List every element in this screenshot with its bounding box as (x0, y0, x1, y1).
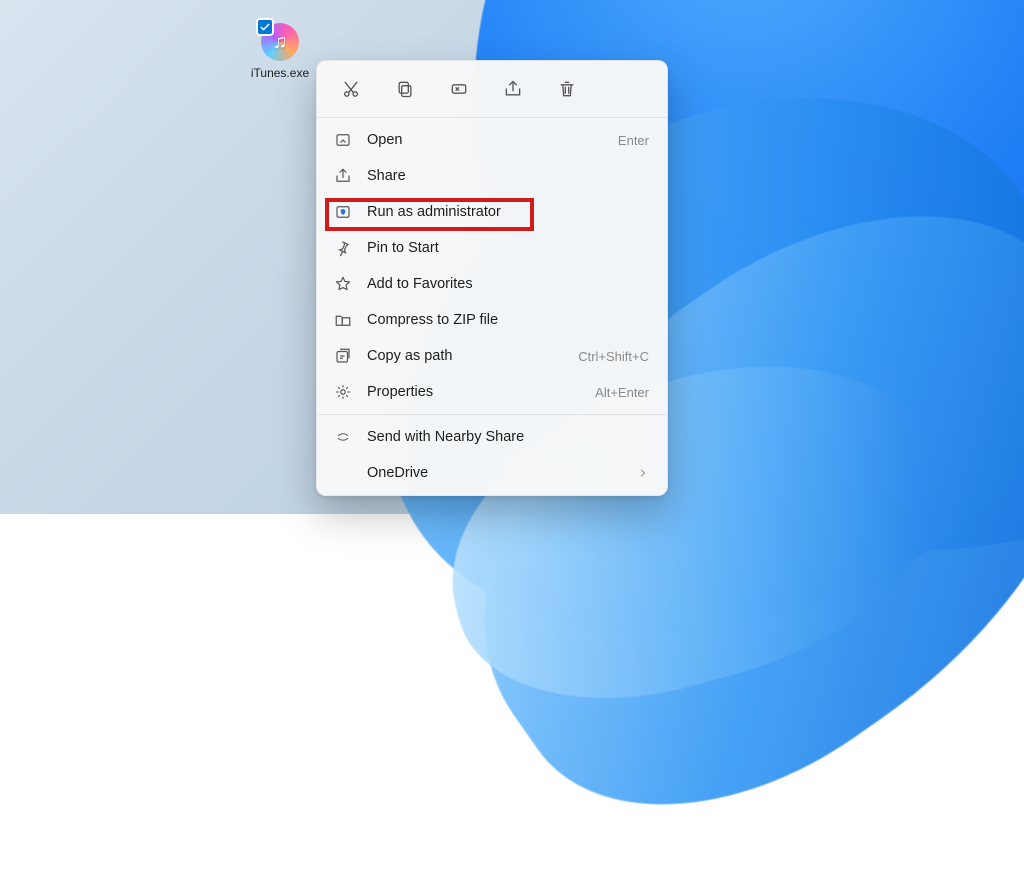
menu-label: Run as administrator (367, 204, 635, 220)
separator (317, 414, 667, 415)
rename-icon[interactable] (445, 75, 473, 103)
menu-label: OneDrive (367, 465, 623, 481)
menu-label: Open (367, 132, 604, 148)
menu-item-share[interactable]: Share (317, 158, 667, 194)
menu-label: Compress to ZIP file (367, 312, 635, 328)
menu-label: Share (367, 168, 635, 184)
share-icon[interactable] (499, 75, 527, 103)
menu-item-open[interactable]: Open Enter (317, 122, 667, 158)
selected-check-icon (256, 18, 274, 36)
nearby-share-icon (333, 427, 353, 447)
menu-item-pin-to-start[interactable]: Pin to Start (317, 230, 667, 266)
menu-item-onedrive[interactable]: OneDrive (317, 455, 667, 491)
open-app-icon (333, 130, 353, 150)
menu-item-copy-as-path[interactable]: Copy as path Ctrl+Shift+C (317, 338, 667, 374)
star-icon (333, 274, 353, 294)
menu-item-run-as-administrator[interactable]: Run as administrator (317, 194, 667, 230)
share-outline-icon (333, 166, 353, 186)
menu-item-compress-zip[interactable]: Compress to ZIP file (317, 302, 667, 338)
copy-path-icon (333, 346, 353, 366)
desktop-wallpaper[interactable]: ♫ iTunes.exe (0, 0, 1024, 514)
menu-shortcut: Enter (618, 133, 649, 148)
menu-label: Copy as path (367, 348, 564, 364)
copy-icon[interactable] (391, 75, 419, 103)
menu-item-nearby-share[interactable]: Send with Nearby Share (317, 419, 667, 455)
menu-shortcut: Ctrl+Shift+C (578, 349, 649, 364)
menu-item-properties[interactable]: Properties Alt+Enter (317, 374, 667, 410)
menu-item-add-to-favorites[interactable]: Add to Favorites (317, 266, 667, 302)
properties-gear-icon (333, 382, 353, 402)
cut-icon[interactable] (337, 75, 365, 103)
menu-label: Properties (367, 384, 581, 400)
menu-label: Pin to Start (367, 240, 635, 256)
pin-icon (333, 238, 353, 258)
shield-admin-icon (333, 202, 353, 222)
chevron-right-icon (637, 467, 649, 479)
zip-folder-icon (333, 310, 353, 330)
quick-actions-row (317, 61, 667, 113)
itunes-icon: ♫ (258, 20, 302, 64)
desktop-file-label: iTunes.exe (249, 66, 311, 80)
delete-icon[interactable] (553, 75, 581, 103)
separator (317, 117, 667, 118)
menu-label: Add to Favorites (367, 276, 635, 292)
desktop-file-icon[interactable]: ♫ iTunes.exe (245, 20, 315, 80)
context-menu: Open Enter Share Run as administrator Pi… (316, 60, 668, 496)
menu-label: Send with Nearby Share (367, 429, 649, 445)
menu-shortcut: Alt+Enter (595, 385, 649, 400)
